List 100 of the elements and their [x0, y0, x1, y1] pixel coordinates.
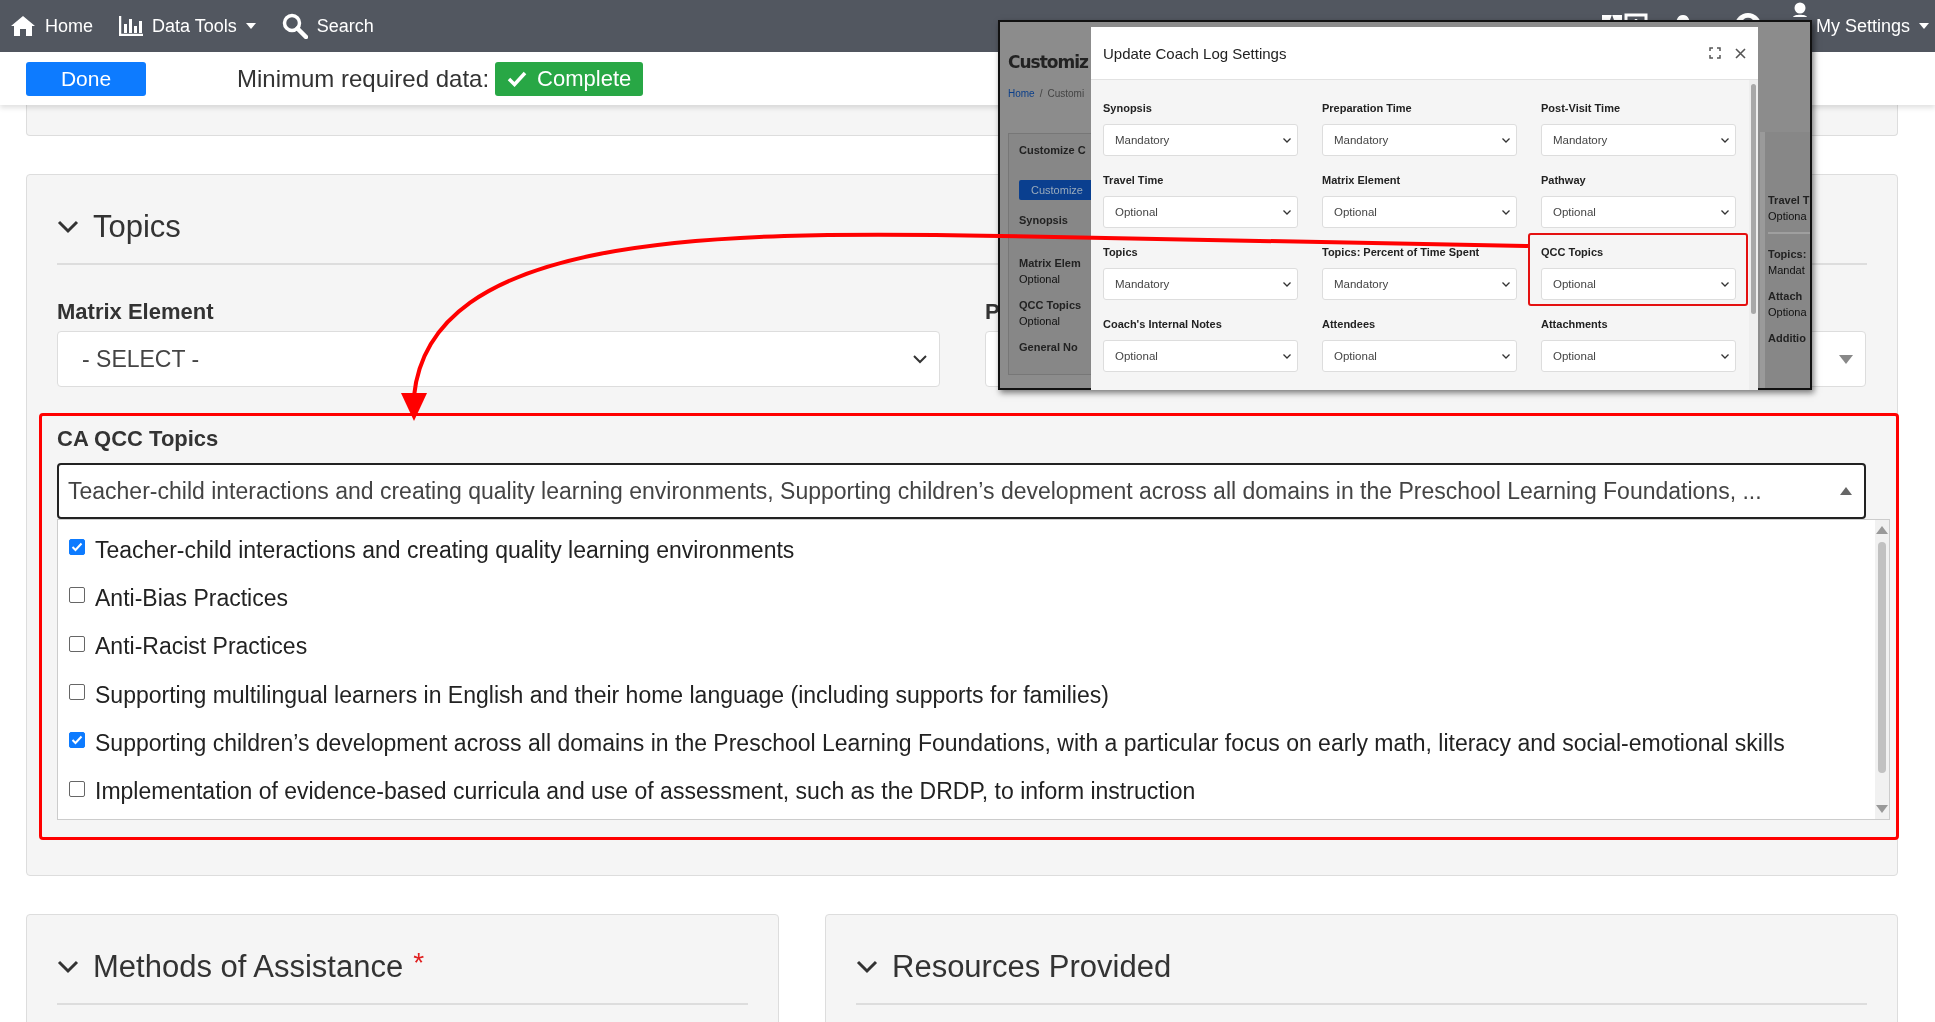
- option-item[interactable]: Anti-Racist Practices: [58, 622, 1875, 671]
- breadcrumb-item: Customi: [1047, 88, 1085, 99]
- chevron-icon[interactable]: [57, 220, 79, 234]
- scrollbar-thumb[interactable]: [1878, 542, 1886, 773]
- chevron-icon: [1721, 281, 1729, 287]
- select-field[interactable]: Optional: [1322, 340, 1517, 372]
- home-icon: [10, 15, 36, 37]
- chevron-icon: [1502, 353, 1510, 359]
- select-field[interactable]: Optional: [1103, 196, 1298, 228]
- checkbox[interactable]: [69, 780, 85, 797]
- field-value: Optional: [1019, 315, 1061, 327]
- field-label: QCC Topics: [1541, 246, 1605, 260]
- select-field[interactable]: Optional: [1541, 340, 1736, 372]
- status-text: Complete: [537, 65, 632, 92]
- matrix-element-select[interactable]: - SELECT -: [57, 331, 940, 387]
- home-link[interactable]: Home: [10, 15, 93, 37]
- option-item[interactable]: Supporting multilingual learners in English and their home language (including supports for families): [58, 670, 1875, 720]
- multiselect-field[interactable]: Teacher-child interactions and creating quality learning environments, Supporting children’s development across all domains in the Preschool Learning Foundations, ...: [57, 463, 1866, 519]
- chevron-icon: [1721, 353, 1729, 359]
- field-label: Travel T: [1768, 194, 1810, 206]
- select-field[interactable]: Mandatory: [1322, 268, 1517, 300]
- field-label: Additio: [1768, 332, 1807, 344]
- field-label: General No: [1019, 341, 1079, 353]
- page-title: Customiz: [1008, 52, 1089, 72]
- customize-button[interactable]: Customize: [1019, 180, 1092, 200]
- field-label: Synopsis: [1019, 214, 1069, 226]
- checkbox[interactable]: [69, 732, 85, 749]
- select-field[interactable]: Optional: [1322, 196, 1517, 228]
- select-field[interactable]: Optional: [1541, 196, 1736, 228]
- field-label: Coach's Internal Notes: [1103, 318, 1223, 332]
- scrollbar-track[interactable]: [1875, 520, 1889, 819]
- data-tools-menu[interactable]: Data Tools: [119, 15, 256, 37]
- select-field[interactable]: Optional: [1103, 340, 1298, 372]
- field-label: QCC Topics: [1019, 299, 1083, 311]
- select-field[interactable]: Mandatory: [1322, 124, 1517, 156]
- chevron-icon: [1283, 137, 1291, 143]
- chevron-icon: [1721, 209, 1729, 215]
- search-icon: [281, 13, 308, 39]
- section-title: Methods of Assistance: [93, 949, 404, 985]
- chevron-icon: [1283, 209, 1291, 215]
- field-value: Optiona: [1768, 306, 1808, 318]
- checkbox[interactable]: [69, 684, 85, 701]
- field-label: Matrix Element: [57, 299, 214, 326]
- field-label: Preparation Time: [1322, 102, 1413, 116]
- breadcrumb-separator: /: [1039, 88, 1043, 99]
- chevron-icon: [1502, 281, 1510, 287]
- field-label: Attendees: [1322, 318, 1377, 332]
- chevron-icon: [1502, 209, 1510, 215]
- select-field[interactable]: Mandatory: [1541, 124, 1736, 156]
- check-icon: [507, 70, 528, 87]
- caret-icon: [245, 23, 256, 29]
- field-value: Optional: [1019, 273, 1061, 285]
- select-field[interactable]: Optional: [1541, 268, 1736, 300]
- required-mark: *: [413, 947, 425, 979]
- section-title: Resources Provided: [892, 949, 1172, 985]
- field-label: Travel Time: [1103, 174, 1165, 188]
- caret-icon: [1839, 354, 1853, 364]
- settings-menu[interactable]: My Settings: [1815, 15, 1929, 37]
- chevron-icon: [1502, 137, 1510, 143]
- option-item[interactable]: Teacher-child interactions and creating quality learning environments: [58, 526, 1875, 575]
- option-item[interactable]: Supporting children’s development across all domains in the Preschool Learning Foundations, with a particular focus on early math, literacy and social-emotional skills: [58, 719, 1875, 768]
- section-title: Topics: [93, 209, 181, 245]
- done-button[interactable]: Done: [26, 61, 146, 96]
- field-label: P: [985, 299, 1000, 326]
- field-value: Optiona: [1768, 210, 1808, 222]
- field-label: Attach: [1768, 290, 1804, 302]
- caret-icon: [1840, 487, 1852, 495]
- chevron-icon: [1721, 137, 1729, 143]
- option-item[interactable]: Implementation of evidence-based curricula and use of assessment, such as the DRDP, to inform instruction: [58, 767, 1875, 816]
- chevron-icon[interactable]: [856, 960, 878, 974]
- checkbox[interactable]: [69, 539, 85, 556]
- chevron-icon: [1283, 281, 1291, 287]
- card-title: Customize C: [1019, 144, 1087, 156]
- field-label: Matrix Elem: [1019, 257, 1082, 269]
- select-field[interactable]: Mandatory: [1103, 124, 1298, 156]
- field-value: Mandat: [1768, 264, 1806, 276]
- caret-icon: [1919, 23, 1929, 29]
- close-icon[interactable]: [1735, 47, 1746, 59]
- chevron-icon: [913, 354, 927, 364]
- field-label: Topics: Percent of Time Spent: [1322, 246, 1481, 260]
- scrollbar[interactable]: [1749, 80, 1758, 390]
- dialog-title: Update Coach Log Settings: [1103, 44, 1288, 62]
- field-label: Matrix Element: [1322, 174, 1402, 188]
- field-label: Post-Visit Time: [1541, 102, 1622, 116]
- minimum-data-label: Minimum required data:: [237, 64, 490, 93]
- checkbox[interactable]: [69, 587, 85, 604]
- field-label: Attachments: [1541, 318, 1609, 332]
- field-label: CA QCC Topics: [57, 426, 220, 453]
- field-label: Synopsis: [1103, 102, 1153, 116]
- field-label: Pathway: [1541, 174, 1587, 188]
- chevron-icon[interactable]: [57, 960, 79, 974]
- option-item[interactable]: Anti-Bias Practices: [58, 574, 1875, 623]
- bar-chart-icon: [119, 16, 143, 36]
- field-label: Topics:: [1768, 248, 1808, 260]
- search-link[interactable]: Search: [281, 13, 374, 39]
- field-label: Topics: [1103, 246, 1139, 260]
- select-field[interactable]: Mandatory: [1103, 268, 1298, 300]
- expand-icon[interactable]: [1709, 47, 1721, 59]
- chevron-icon: [1283, 353, 1291, 359]
- checkbox[interactable]: [69, 635, 85, 652]
